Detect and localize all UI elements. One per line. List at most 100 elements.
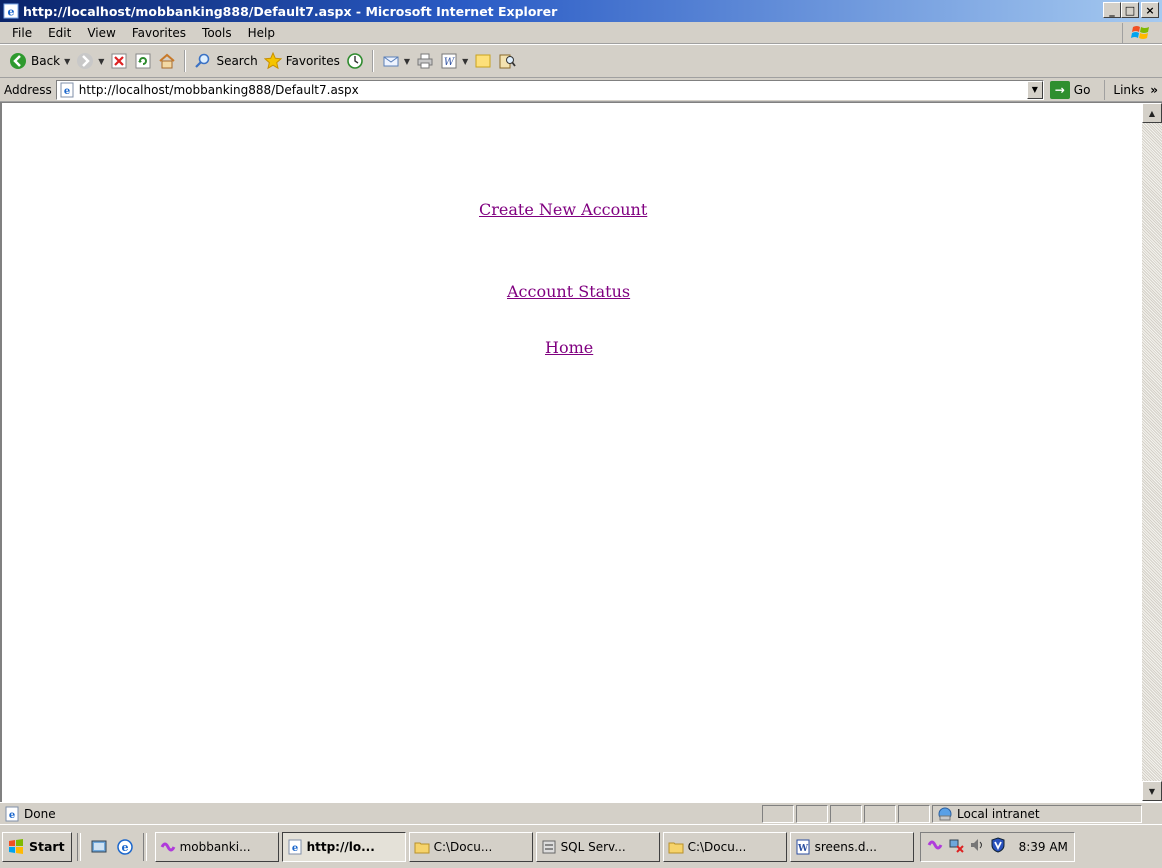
chevron-right-icon: » [1150,83,1158,97]
status-pane [898,804,930,823]
close-button[interactable]: × [1141,2,1159,18]
toolbar-separator [371,50,374,72]
taskbar-button[interactable]: e http://lo... [281,831,406,862]
printer-icon [416,52,434,70]
favorites-button[interactable]: Favorites [261,48,343,74]
address-input[interactable]: e http://localhost/mobbanking888/Default… [55,79,1044,100]
chevron-down-icon[interactable]: ▼ [64,57,70,66]
ie-icon: e [3,3,19,19]
search-label: Search [216,54,258,68]
home-icon [158,52,176,70]
ie-page-icon: e [60,82,74,97]
quick-launch-separator [76,832,81,861]
scroll-up-arrow-icon[interactable]: ▲ [1142,103,1162,123]
favorites-label: Favorites [285,54,340,68]
start-button[interactable]: Start [2,831,72,862]
menu-view[interactable]: View [79,26,123,40]
ie-icon[interactable]: e [116,838,134,856]
antivirus-shield-icon[interactable] [990,837,1006,856]
stop-button[interactable] [107,48,131,74]
research-icon [498,52,516,70]
status-text: Done [24,806,56,821]
system-tray: 8:39 AM [919,831,1075,862]
taskbar-button-label: http://lo... [306,839,375,854]
chevron-down-icon[interactable]: ▼ [1026,80,1043,99]
svg-text:W: W [444,57,455,68]
history-icon [346,52,364,70]
taskbar-button-label: C:\Docu... [433,839,493,854]
window-title: http://localhost/mobbanking888/Default7.… [23,3,558,19]
address-bar: Address e http://localhost/mobbanking888… [0,78,1162,102]
local-intranet-icon [938,807,952,820]
show-desktop-icon[interactable] [90,838,108,856]
taskbar-button[interactable]: C:\Docu... [662,831,787,862]
scroll-down-arrow-icon[interactable]: ▼ [1142,781,1162,801]
menu-help[interactable]: Help [240,26,283,40]
refresh-button[interactable] [131,48,155,74]
menu-favorites[interactable]: Favorites [124,26,194,40]
create-new-account-link[interactable]: Create New Account [479,200,647,219]
menu-tools[interactable]: Tools [194,26,240,40]
maximize-button[interactable]: □ [1121,2,1139,18]
status-bar: e Done Local intranet [0,802,1162,824]
go-button[interactable]: → Go [1049,80,1090,99]
back-label: Back [31,54,61,68]
mail-button[interactable]: ▼ [379,48,413,74]
discuss-button[interactable] [471,48,495,74]
vertical-scrollbar[interactable]: ▲ ▼ [1142,103,1162,801]
network-disconnected-icon[interactable] [948,837,964,856]
status-pane [762,804,794,823]
folder-icon [668,842,684,853]
taskbar: Start e mobbanki... e http://lo... C:\Do… [0,824,1162,868]
home-link[interactable]: Home [545,338,593,357]
taskbar-button[interactable]: C:\Docu... [408,831,533,862]
volume-icon[interactable] [969,837,985,856]
home-button[interactable] [155,48,179,74]
svg-text:e: e [9,810,15,821]
stop-icon [110,52,128,70]
search-button[interactable]: Search [191,48,260,74]
chevron-down-icon[interactable]: ▼ [98,57,104,66]
menu-file[interactable]: File [4,26,40,40]
start-label: Start [29,839,65,854]
clock[interactable]: 8:39 AM [1019,840,1068,854]
menu-edit[interactable]: Edit [40,26,79,40]
toolbar-separator [184,50,187,72]
chevron-down-icon[interactable]: ▼ [462,57,468,66]
forward-button[interactable]: ▼ [73,48,107,74]
edit-button[interactable]: W ▼ [437,48,471,74]
research-button[interactable] [495,48,519,74]
go-arrow-icon: → [1049,80,1070,99]
address-label: Address [4,82,52,97]
vs-tray-icon[interactable] [927,837,943,856]
back-button[interactable]: Back ▼ [6,48,73,74]
note-icon [474,52,492,70]
taskbar-button[interactable]: SQL Serv... [535,831,660,862]
windows-flag-icon [9,838,23,854]
security-zone[interactable]: Local intranet [932,804,1142,823]
account-status-link[interactable]: Account Status [507,282,630,301]
status-pane [864,804,896,823]
print-button[interactable] [413,48,437,74]
taskbar-button-label: C:\Docu... [687,839,747,854]
history-button[interactable] [343,48,367,74]
window-title-bar[interactable]: e http://localhost/mobbanking888/Default… [0,0,1162,22]
links-label: Links [1113,83,1145,97]
links-toolbar[interactable]: Links » [1104,80,1158,100]
taskbar-button[interactable]: W sreens.d... [789,831,914,862]
windows-flag-icon [1122,23,1158,43]
status-pane [830,804,862,823]
chevron-down-icon[interactable]: ▼ [404,57,410,66]
svg-text:W: W [797,844,809,854]
taskbar-button-label: mobbanki... [179,839,251,854]
minimize-button[interactable]: _ [1103,2,1121,18]
zone-label: Local intranet [957,806,1040,821]
page-viewport: Create New Account Account Status Home ▲… [0,102,1162,802]
svg-text:e: e [291,843,297,854]
quick-launch-separator [142,832,147,861]
taskbar-button[interactable]: mobbanki... [154,831,279,862]
status-pane [796,804,828,823]
sql-server-icon [542,840,556,853]
back-arrow-icon [9,52,27,70]
svg-text:e: e [64,86,70,97]
